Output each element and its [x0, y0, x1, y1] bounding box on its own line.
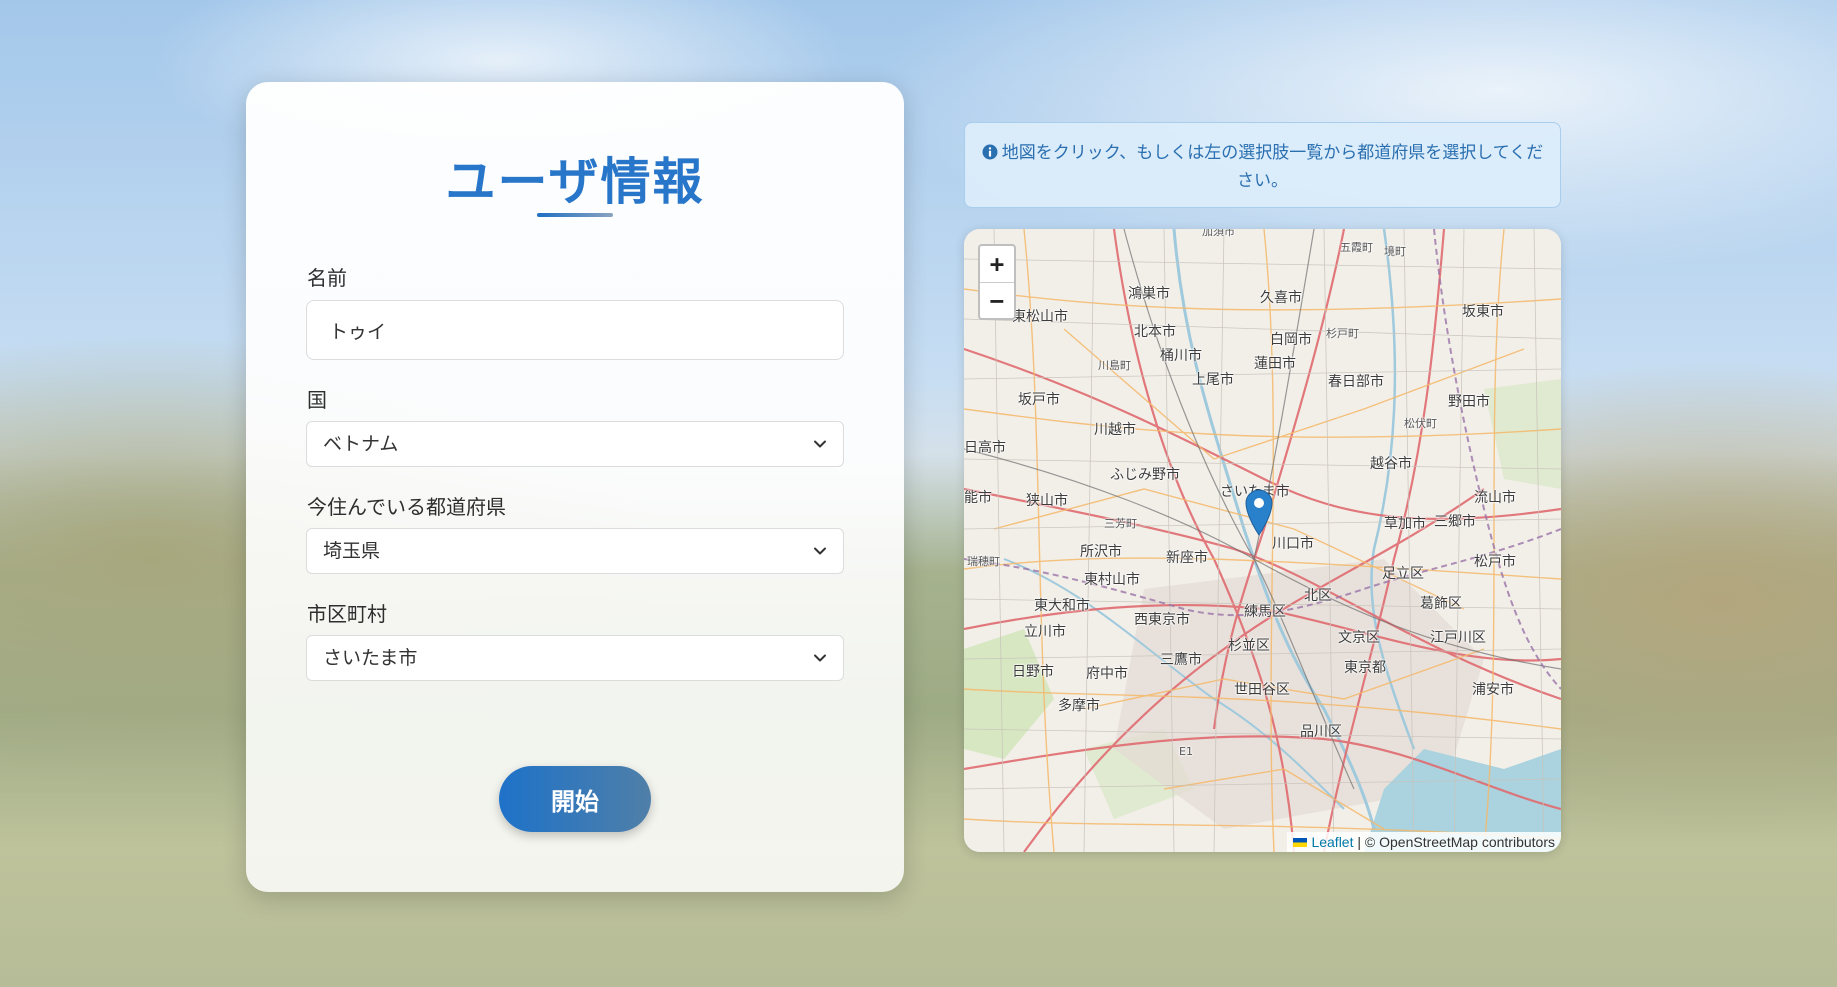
map-label: 日高市	[964, 440, 1006, 456]
prefecture-label: 今住んでいる都道府県	[307, 495, 506, 519]
map-label: 松伏町	[1404, 417, 1437, 430]
map-label: 川口市	[1272, 536, 1314, 552]
map-label: 浦安市	[1472, 682, 1514, 698]
map-label: 府中市	[1086, 666, 1128, 682]
leaflet-link[interactable]: Leaflet	[1311, 834, 1353, 850]
map-label: 能市	[964, 490, 992, 506]
map-label: 日野市	[1012, 664, 1054, 680]
map-label: 立川市	[1024, 624, 1066, 640]
name-input[interactable]	[306, 300, 844, 360]
info-text: 地図をクリック、もしくは左の選択肢一覧から都道府県を選択してください。	[1001, 143, 1544, 191]
chevron-down-icon	[814, 440, 826, 448]
prefecture-map[interactable]: 加須市 五霞町 境町 鴻巣市 久喜市 東松山市 坂東市 北本市 白岡市 杉戸町 …	[964, 229, 1561, 852]
name-label: 名前	[307, 266, 347, 290]
map-label: 川越市	[1094, 422, 1136, 438]
map-label: 久喜市	[1260, 290, 1302, 306]
map-label: 三鷹市	[1160, 652, 1202, 668]
map-label: 東京都	[1344, 660, 1386, 676]
map-attribution: Leaflet | © OpenStreetMap contributors	[1287, 832, 1561, 852]
map-label: 野田市	[1448, 394, 1490, 410]
map-label: 桶川市	[1160, 348, 1202, 364]
map-label: 流山市	[1474, 490, 1516, 506]
map-label: 上尾市	[1192, 372, 1234, 388]
map-label: 蓮田市	[1254, 356, 1296, 372]
prefecture-select-value: 埼玉県	[323, 540, 381, 562]
map-label: 三郷市	[1434, 514, 1476, 530]
map-label: 東松山市	[1012, 309, 1068, 325]
map-label: 世田谷区	[1234, 682, 1290, 698]
user-info-card: ユーザ情報 名前 国 ベトナム 今住んでいる都道府県 埼玉県 市区町村 さいたま…	[246, 82, 904, 892]
map-label: 白岡市	[1270, 332, 1312, 348]
map-label: E1	[1179, 745, 1193, 758]
map-label: 北本市	[1134, 324, 1176, 340]
title-underline	[537, 213, 613, 217]
map-label: 江戸川区	[1430, 630, 1486, 646]
map-label: 文京区	[1338, 630, 1380, 646]
map-label: 草加市	[1384, 516, 1426, 532]
ukraine-flag-icon	[1293, 838, 1308, 847]
map-label: 川島町	[1098, 359, 1131, 372]
map-label: 杉戸町	[1326, 327, 1359, 340]
map-label: 松戸市	[1474, 554, 1516, 570]
start-button[interactable]: 開始	[499, 766, 651, 832]
map-label: 品川区	[1300, 724, 1342, 740]
zoom-out-button[interactable]: −	[980, 282, 1014, 319]
map-label: 東大和市	[1034, 598, 1090, 614]
map-label: 足立区	[1382, 566, 1424, 582]
map-label: 練馬区	[1244, 604, 1286, 620]
country-select[interactable]: ベトナム	[306, 421, 844, 467]
map-label: 五霞町	[1340, 241, 1373, 254]
chevron-down-icon	[814, 547, 826, 555]
country-label: 国	[307, 388, 327, 412]
attribution-text: | © OpenStreetMap contributors	[1357, 834, 1555, 850]
zoom-in-button[interactable]: +	[980, 246, 1014, 282]
country-select-value: ベトナム	[323, 433, 399, 455]
info-alert: 地図をクリック、もしくは左の選択肢一覧から都道府県を選択してください。	[964, 122, 1561, 208]
map-label: 狭山市	[1026, 493, 1068, 509]
map-label: 新座市	[1166, 550, 1208, 566]
map-label: ふじみ野市	[1110, 467, 1180, 483]
city-select-value: さいたま市	[323, 647, 418, 669]
prefecture-select[interactable]: 埼玉県	[306, 528, 844, 574]
map-label: 多摩市	[1058, 698, 1100, 714]
map-label: 三芳町	[1104, 517, 1137, 530]
info-circle-icon	[982, 144, 998, 160]
map-label: 春日部市	[1328, 374, 1384, 390]
map-label: 鴻巣市	[1128, 286, 1170, 302]
map-label: 所沢市	[1080, 544, 1122, 560]
map-label: 東村山市	[1084, 572, 1140, 588]
map-label: 坂東市	[1462, 304, 1504, 320]
map-label: 北区	[1304, 588, 1332, 604]
location-marker-icon[interactable]	[1244, 488, 1274, 536]
chevron-down-icon	[814, 654, 826, 662]
city-label: 市区町村	[307, 602, 387, 626]
map-label: 越谷市	[1370, 456, 1412, 472]
map-label: 杉並区	[1228, 638, 1270, 654]
map-label: 葛飾区	[1420, 596, 1462, 612]
map-label: 坂戸市	[1018, 392, 1060, 408]
zoom-control: + −	[978, 244, 1016, 320]
map-label: 境町	[1384, 245, 1406, 258]
map-label: 加須市	[1202, 229, 1235, 238]
page-title: ユーザ情報	[445, 152, 705, 211]
map-label: 瑞穂町	[967, 555, 1000, 568]
map-label: 西東京市	[1134, 612, 1190, 628]
city-select[interactable]: さいたま市	[306, 635, 844, 681]
